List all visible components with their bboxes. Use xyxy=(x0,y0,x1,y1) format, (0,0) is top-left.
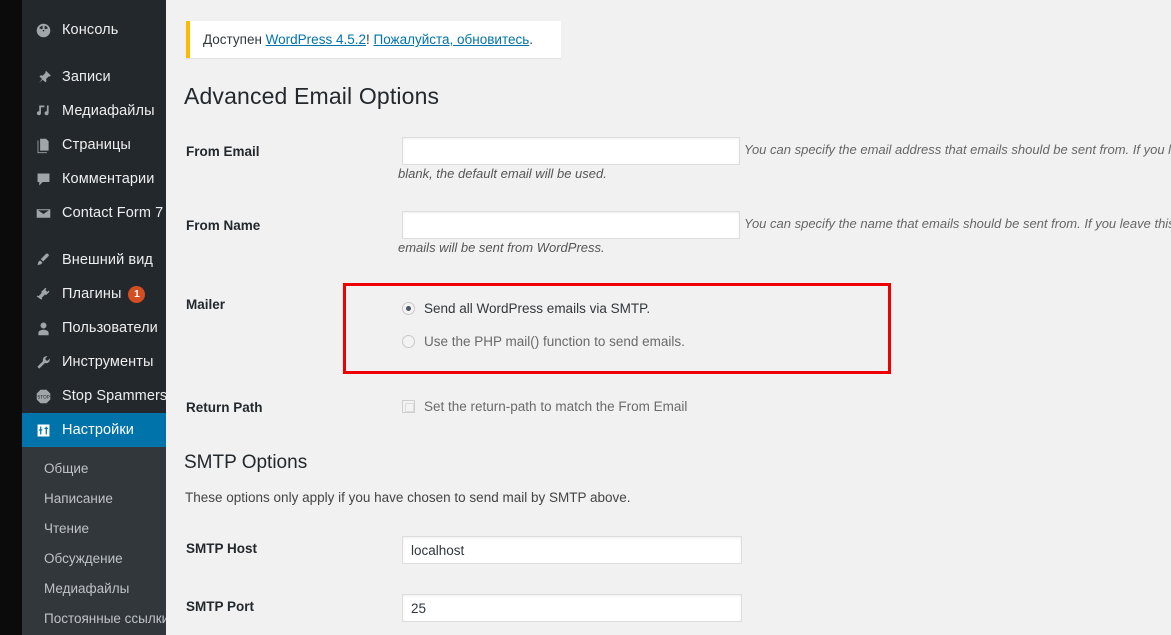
notice-suffix: . xyxy=(529,32,534,47)
smtp-options-title: SMTP Options xyxy=(184,452,308,473)
left-gutter xyxy=(0,0,22,635)
media-icon xyxy=(33,101,53,121)
tools-wrench-icon xyxy=(33,352,53,372)
sidebar-item-stop-spammers[interactable]: STOP Stop Spammers xyxy=(22,379,168,413)
sidebar-item-label: Плагины xyxy=(62,286,122,302)
smtp-options-note: These options only apply if you have cho… xyxy=(185,490,631,505)
mailer-option-smtp[interactable]: Send all WordPress emails via SMTP. xyxy=(402,301,650,316)
sidebar-item-appearance[interactable]: Внешний вид xyxy=(22,243,166,277)
page-title: Advanced Email Options xyxy=(184,83,440,109)
mailer-option-php-mail[interactable]: Use the PHP mail() function to send emai… xyxy=(402,334,685,349)
sidebar-item-settings[interactable]: Настройки xyxy=(22,413,174,447)
sidebar-item-tools[interactable]: Инструменты xyxy=(22,345,166,379)
mailer-option-smtp-label: Send all WordPress emails via SMTP. xyxy=(424,301,651,316)
submenu-item-permalinks[interactable]: Постоянные ссылки xyxy=(22,604,169,634)
plugin-icon xyxy=(33,284,53,304)
please-update-link[interactable]: Пожалуйста, обновитесь xyxy=(373,32,529,47)
dashboard-icon xyxy=(33,20,53,40)
comments-icon xyxy=(33,169,53,189)
sidebar-item-label: Записи xyxy=(62,69,111,85)
sidebar-item-label: Инструменты xyxy=(62,354,154,370)
sidebar-item-label: Медиафайлы xyxy=(62,103,155,119)
from-email-input[interactable] xyxy=(402,137,740,165)
mailer-option-php-mail-label: Use the PHP mail() function to send emai… xyxy=(424,334,685,349)
users-icon xyxy=(33,318,53,338)
sidebar-item-dashboard[interactable]: Консоль xyxy=(22,13,166,47)
plugins-update-badge: 1 xyxy=(128,285,146,303)
from-email-label: From Email xyxy=(186,144,260,159)
pages-icon xyxy=(33,135,53,155)
smtp-host-label: SMTP Host xyxy=(186,541,258,556)
submenu-item-discussion[interactable]: Обсуждение xyxy=(22,544,166,574)
submenu-item-reading[interactable]: Чтение xyxy=(22,514,166,544)
wordpress-admin-screen: Консоль Записи Медиафайлы Страницы Комме xyxy=(0,0,1171,635)
settings-submenu: Общие Написание Чтение Обсуждение Медиаф… xyxy=(22,447,169,635)
svg-text:STOP: STOP xyxy=(37,394,49,400)
smtp-host-input[interactable] xyxy=(402,536,742,564)
admin-sidebar: Консоль Записи Медиафайлы Страницы Комме xyxy=(22,0,174,635)
sidebar-item-label: Contact Form 7 xyxy=(62,205,164,221)
settings-sliders-icon xyxy=(33,420,53,440)
wordpress-version-link[interactable]: WordPress 4.5.2 xyxy=(266,32,366,47)
mailer-highlight-box xyxy=(343,283,891,374)
sidebar-item-label: Пользователи xyxy=(62,320,158,336)
smtp-port-input[interactable] xyxy=(402,594,742,622)
return-path-option[interactable]: Set the return-path to match the From Em… xyxy=(402,399,687,414)
appearance-brush-icon xyxy=(33,250,53,270)
from-email-help-wrap: blank, the default email will be used. xyxy=(398,166,607,181)
main-content: Доступен WordPress 4.5.2! Пожалуйста, об… xyxy=(166,0,1171,635)
notice-prefix: Доступен xyxy=(203,32,266,47)
from-email-help: You can specify the email address that e… xyxy=(744,142,1171,157)
radio-icon-smtp[interactable] xyxy=(402,302,415,315)
sidebar-item-posts[interactable]: Записи xyxy=(22,60,166,94)
from-name-input[interactable] xyxy=(402,211,740,239)
sidebar-item-users[interactable]: Пользователи xyxy=(22,311,166,345)
sidebar-item-pages[interactable]: Страницы xyxy=(22,128,166,162)
smtp-port-label: SMTP Port xyxy=(186,599,255,614)
envelope-icon xyxy=(33,203,53,223)
sidebar-item-label: Консоль xyxy=(62,22,119,38)
return-path-checkbox-label: Set the return-path to match the From Em… xyxy=(424,399,688,414)
submenu-item-writing[interactable]: Написание xyxy=(22,484,166,514)
sidebar-item-plugins[interactable]: Плагины 1 xyxy=(22,277,166,311)
sidebar-item-label: Внешний вид xyxy=(62,252,153,268)
submenu-item-general[interactable]: Общие xyxy=(22,454,166,484)
pin-icon xyxy=(33,67,53,87)
from-name-label: From Name xyxy=(186,218,261,233)
update-notice: Доступен WordPress 4.5.2! Пожалуйста, об… xyxy=(186,21,561,58)
sidebar-item-label: Stop Spammers xyxy=(62,388,168,404)
sidebar-item-label: Страницы xyxy=(62,137,131,153)
mailer-label: Mailer xyxy=(186,297,226,312)
sidebar-item-comments[interactable]: Комментарии xyxy=(22,162,166,196)
sidebar-item-media[interactable]: Медиафайлы xyxy=(22,94,166,128)
sidebar-item-label: Комментарии xyxy=(62,171,155,187)
sidebar-item-label: Настройки xyxy=(62,422,134,438)
stop-sign-icon: STOP xyxy=(33,386,53,406)
from-name-help: You can specify the name that emails sho… xyxy=(744,216,1171,231)
sidebar-item-contact-form-7[interactable]: Contact Form 7 xyxy=(22,196,166,230)
from-name-help-wrap: emails will be sent from WordPress. xyxy=(398,240,605,255)
submenu-item-media[interactable]: Медиафайлы xyxy=(22,574,166,604)
radio-icon-php-mail[interactable] xyxy=(402,335,415,348)
checkbox-icon-return-path[interactable] xyxy=(402,400,415,413)
return-path-label: Return Path xyxy=(186,400,263,415)
